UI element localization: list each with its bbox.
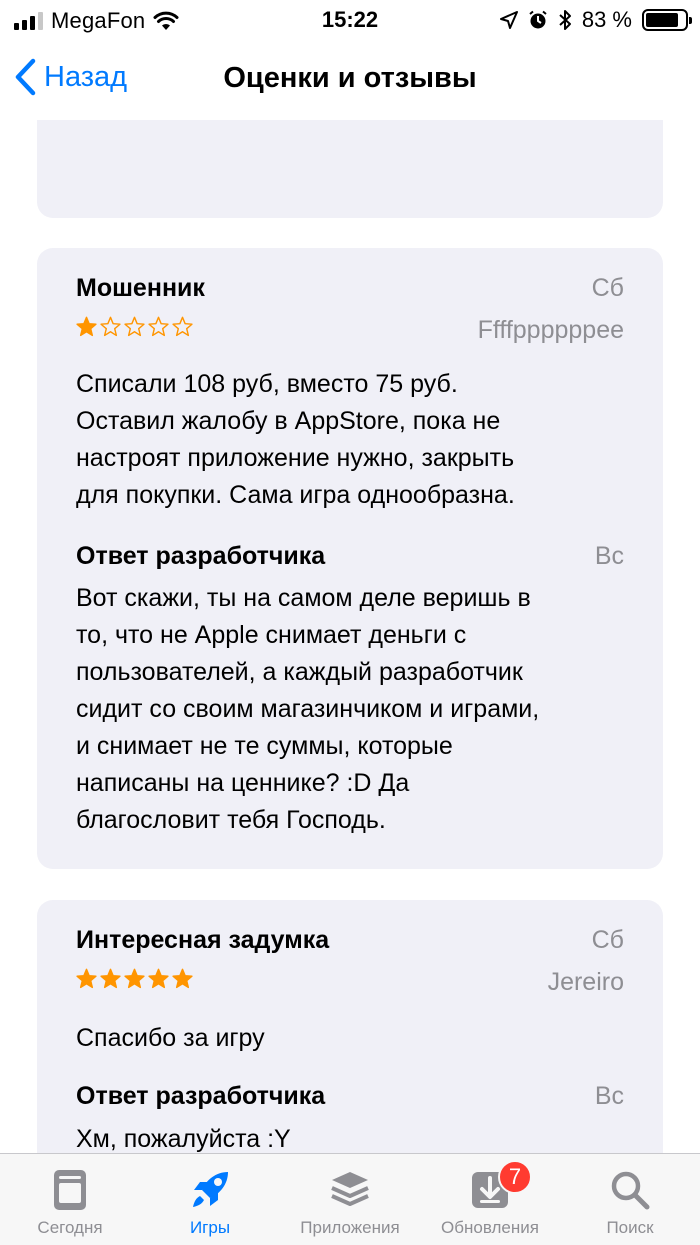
review-title: Мошенник	[76, 274, 205, 302]
today-icon	[54, 1170, 86, 1210]
battery-percentage: 83 %	[581, 7, 632, 32]
tab-label: Обновления	[441, 1218, 539, 1237]
tab-games[interactable]: Игры	[140, 1154, 280, 1245]
review-date: Сб	[591, 274, 624, 302]
star-empty-icon	[172, 316, 193, 337]
review-card[interactable]: Мошенник Сб Ffffppppppee Списали 108 руб…	[37, 248, 663, 869]
developer-response-date: Вс	[594, 542, 624, 570]
review-author: Ffffppppppee	[477, 316, 624, 344]
star-filled-icon	[76, 968, 97, 989]
status-bar: MegaFon 15:22 83 %	[0, 0, 700, 40]
tab-updates[interactable]: 7 Обновления	[420, 1154, 560, 1245]
rocket-icon	[193, 1172, 228, 1207]
search-icon	[611, 1171, 650, 1210]
developer-response-date: Вс	[594, 1082, 624, 1110]
updates-badge: 7	[498, 1160, 532, 1194]
tab-label: Поиск	[606, 1218, 654, 1237]
star-filled-icon	[100, 968, 121, 989]
review-title: Интересная задумка	[76, 926, 330, 954]
alarm-clock-icon	[529, 10, 547, 29]
developer-response-body: Вот скажи, ты на самом деле веришь в то,…	[76, 584, 540, 834]
developer-response-title: Ответ разработчика	[76, 542, 326, 570]
star-filled-icon	[124, 968, 145, 989]
reviews-list[interactable]: Мошенник Сб Ffffppppppee Списали 108 руб…	[0, 120, 700, 1153]
bluetooth-icon	[559, 10, 571, 30]
tab-label: Игры	[189, 1218, 231, 1237]
developer-response-body: Хм, пожалуйста :Y	[76, 1125, 291, 1153]
developer-response-title: Ответ разработчика	[76, 1082, 326, 1110]
review-body: Спасибо за игру	[76, 1024, 265, 1052]
star-filled-icon	[76, 316, 97, 337]
review-body: Списали 108 руб, вместо 75 руб. Оставил …	[76, 370, 515, 509]
tab-label: Приложения	[300, 1218, 400, 1237]
tab-search[interactable]: Поиск	[560, 1154, 700, 1245]
star-filled-icon	[172, 968, 193, 989]
star-rating	[76, 968, 193, 989]
star-empty-icon	[124, 316, 145, 337]
review-author: Jereiro	[547, 968, 624, 996]
review-card[interactable]: Интересная задумка Сб Jereiro Спасибо за…	[37, 900, 663, 1153]
star-empty-icon	[100, 316, 121, 337]
star-empty-icon	[148, 316, 169, 337]
tab-label: Сегодня	[37, 1218, 103, 1237]
navigation-bar: Назад Оценки и отзывы	[0, 40, 700, 120]
tab-bar: Сегодня Игры Приложения 7 Обновления Пои…	[0, 1153, 700, 1245]
star-rating	[76, 316, 193, 337]
apps-stack-icon	[331, 1172, 369, 1206]
page-title: Оценки и отзывы	[223, 62, 477, 94]
review-date: Сб	[591, 926, 624, 954]
tab-apps[interactable]: Приложения	[280, 1154, 420, 1245]
location-arrow-icon	[499, 11, 518, 29]
review-card-partial	[37, 120, 663, 218]
star-filled-icon	[148, 968, 169, 989]
tab-today[interactable]: Сегодня	[0, 1154, 140, 1245]
battery-icon	[642, 9, 692, 31]
